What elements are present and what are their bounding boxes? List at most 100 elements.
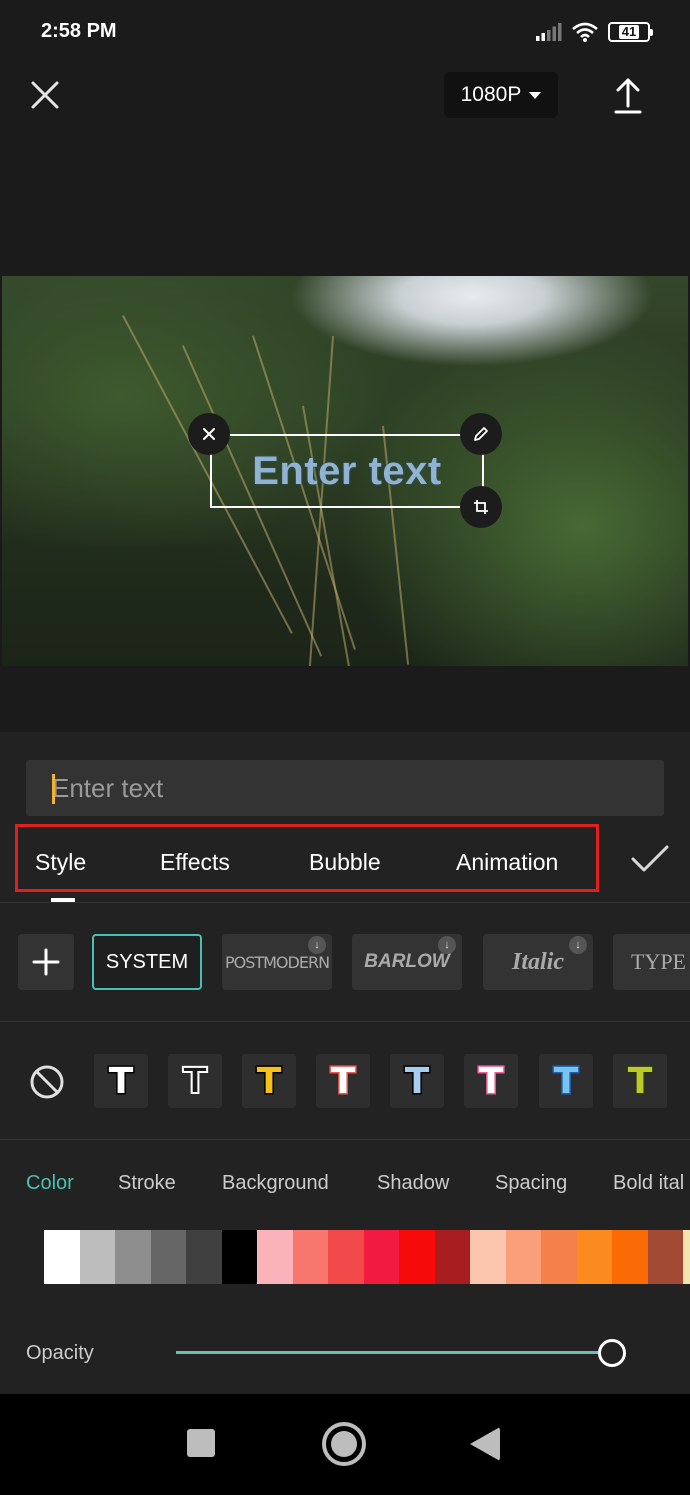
wifi-icon: [572, 22, 598, 42]
opacity-slider-thumb[interactable]: [598, 1339, 626, 1367]
divider: [0, 1139, 690, 1140]
color-swatch[interactable]: [647, 1230, 683, 1284]
editor-tabs: Style Effects Bubble Animation: [15, 824, 599, 892]
tab-style[interactable]: Style: [35, 849, 86, 876]
preset-letter: T: [403, 1059, 431, 1103]
color-swatch[interactable]: [576, 1230, 612, 1284]
subtab-spacing[interactable]: Spacing: [495, 1172, 567, 1195]
style-preset[interactable]: T: [464, 1054, 518, 1108]
subtab-color[interactable]: Color: [26, 1172, 74, 1195]
style-preset[interactable]: T: [539, 1054, 593, 1108]
color-swatch[interactable]: [470, 1230, 506, 1284]
preset-letter: T: [626, 1059, 654, 1103]
editor-top-bar: 1080P: [0, 62, 690, 276]
export-upload-icon[interactable]: [608, 76, 648, 116]
battery-level: 41: [618, 25, 640, 39]
color-swatch[interactable]: [612, 1230, 648, 1284]
resolution-selector[interactable]: 1080P: [444, 72, 558, 118]
back-icon[interactable]: [470, 1427, 500, 1461]
subtab-background[interactable]: Background: [222, 1172, 329, 1195]
preset-letter: T: [329, 1059, 357, 1103]
download-icon: ↓: [569, 936, 587, 954]
subtab-shadow[interactable]: Shadow: [377, 1172, 449, 1195]
style-preset[interactable]: T: [613, 1054, 667, 1108]
tab-animation[interactable]: Animation: [456, 849, 558, 876]
font-system[interactable]: SYSTEM: [92, 934, 202, 990]
preset-letter: T: [477, 1059, 505, 1103]
download-icon: ↓: [308, 936, 326, 954]
status-time: 2:58 PM: [41, 20, 117, 42]
style-presets: T T T T T T T T: [0, 1054, 690, 1110]
style-preset[interactable]: T: [168, 1054, 222, 1108]
color-swatch[interactable]: [115, 1230, 151, 1284]
home-dot: [331, 1431, 357, 1457]
text-overlay-box[interactable]: Enter text: [210, 434, 484, 508]
caret-down-icon: [529, 91, 542, 99]
no-style-icon[interactable]: [29, 1064, 65, 1100]
home-icon[interactable]: [322, 1422, 366, 1466]
font-italic[interactable]: Italic ↓: [483, 934, 593, 990]
color-swatch[interactable]: [150, 1230, 186, 1284]
edit-text-handle[interactable]: [460, 413, 502, 455]
plus-icon: [32, 948, 60, 976]
color-swatch[interactable]: [328, 1230, 364, 1284]
resolution-label: 1080P: [460, 83, 522, 106]
close-icon: [203, 428, 215, 440]
color-swatch[interactable]: [434, 1230, 470, 1284]
color-swatch[interactable]: [541, 1230, 577, 1284]
battery-icon: 41: [608, 22, 653, 42]
preset-letter: T: [182, 1060, 209, 1103]
font-type[interactable]: TYPE: [613, 934, 690, 990]
font-label: POSTMODERN: [224, 952, 330, 972]
color-swatch[interactable]: [505, 1230, 541, 1284]
download-icon: ↓: [438, 936, 456, 954]
status-icons: 41: [536, 20, 653, 44]
subtab-stroke[interactable]: Stroke: [118, 1172, 176, 1195]
color-swatch[interactable]: [363, 1230, 399, 1284]
divider: [0, 902, 690, 903]
pencil-icon: [474, 427, 488, 441]
tab-effects[interactable]: Effects: [160, 849, 230, 876]
preset-letter: T: [552, 1059, 580, 1103]
style-preset[interactable]: T: [242, 1054, 296, 1108]
font-label: Italic: [512, 948, 564, 975]
tab-bubble[interactable]: Bubble: [309, 849, 381, 876]
signal-icon: [536, 23, 562, 41]
style-preset[interactable]: T: [94, 1054, 148, 1108]
divider: [0, 1021, 690, 1022]
text-overlay-label: Enter text: [252, 448, 442, 493]
resize-rotate-handle[interactable]: [460, 486, 502, 528]
style-preset[interactable]: T: [390, 1054, 444, 1108]
recent-apps-icon[interactable]: [187, 1429, 215, 1457]
font-label: BARLOW: [364, 951, 450, 972]
checkmark-icon[interactable]: [630, 844, 670, 874]
preview-band: [0, 666, 690, 732]
preset-letter: T: [107, 1059, 135, 1103]
color-swatch[interactable]: [257, 1230, 293, 1284]
color-swatch[interactable]: [79, 1230, 115, 1284]
text-input-placeholder: Enter text: [52, 773, 164, 803]
opacity-label: Opacity: [26, 1342, 94, 1364]
system-nav-bar: [0, 1394, 690, 1495]
close-icon[interactable]: [28, 78, 62, 112]
font-postmodern[interactable]: POSTMODERN ↓: [222, 934, 332, 990]
text-input[interactable]: Enter text: [26, 760, 664, 816]
color-swatch[interactable]: [399, 1230, 435, 1284]
video-preview[interactable]: Enter text: [2, 276, 688, 666]
style-preset[interactable]: T: [316, 1054, 370, 1108]
color-swatch[interactable]: [44, 1230, 80, 1284]
add-font-button[interactable]: [18, 934, 74, 990]
style-subtabs: Color Stroke Background Shadow Spacing B…: [0, 1172, 690, 1202]
color-swatch[interactable]: [186, 1230, 222, 1284]
font-list: SYSTEM POSTMODERN ↓ BARLOW ↓ Italic ↓ TY…: [0, 932, 690, 994]
color-swatch[interactable]: [683, 1230, 690, 1284]
subtab-bold-italic[interactable]: Bold ital: [613, 1172, 684, 1195]
delete-text-handle[interactable]: [188, 413, 230, 455]
font-barlow[interactable]: BARLOW ↓: [352, 934, 462, 990]
opacity-slider-track[interactable]: [176, 1351, 612, 1354]
color-swatch[interactable]: [292, 1230, 328, 1284]
text-caret: [52, 774, 55, 804]
color-swatch[interactable]: [221, 1230, 257, 1284]
font-label: SYSTEM: [105, 950, 189, 973]
text-editor-panel: Enter text Style Effects Bubble Animatio…: [0, 732, 690, 1394]
